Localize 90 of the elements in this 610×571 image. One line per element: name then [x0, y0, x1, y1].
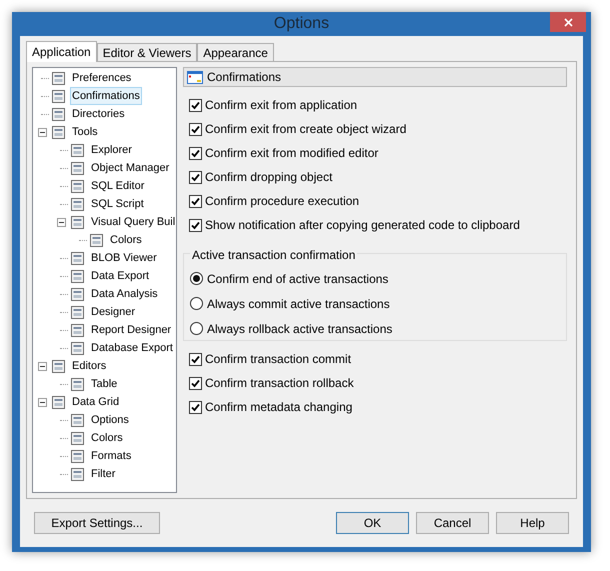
page-icon [70, 430, 85, 446]
radio-label: Always rollback active transactions [207, 320, 392, 338]
tree-item[interactable]: Confirmations [70, 86, 142, 106]
tab[interactable]: Application [26, 41, 97, 62]
checkbox[interactable] [189, 376, 202, 390]
checkbox[interactable] [189, 218, 202, 232]
tree-item[interactable]: Table [89, 374, 120, 394]
radio-label: Confirm end of active transactions [207, 270, 388, 288]
tree-item[interactable]: Tools [70, 122, 100, 142]
checkbox[interactable] [189, 400, 202, 414]
checkbox-label: Show notification after copying generated code to clipboard [205, 217, 520, 234]
minus-icon [40, 400, 44, 404]
checkbox[interactable] [189, 170, 202, 184]
checkbox-label: Confirm transaction rollback [205, 375, 354, 392]
checkbox-label: Confirm metadata changing [205, 399, 352, 416]
page-icon [70, 268, 85, 284]
radio-button[interactable] [190, 322, 203, 335]
page-icon [70, 376, 85, 392]
page-icon [70, 340, 85, 356]
page-icon [70, 160, 85, 176]
tree-item[interactable]: SQL Editor [89, 176, 146, 196]
checkbox[interactable] [189, 122, 202, 136]
collapse-toggle[interactable] [38, 362, 46, 370]
section-title: Confirmations [207, 69, 282, 86]
collapse-toggle[interactable] [38, 128, 46, 136]
checkbox[interactable] [189, 352, 202, 366]
radio-label: Always commit active transactions [207, 296, 390, 312]
tree-item[interactable]: Object Manager [89, 158, 172, 178]
checkbox-label: Confirm exit from create object wizard [205, 121, 406, 138]
collapse-toggle[interactable] [56, 218, 66, 226]
window-icon [187, 70, 203, 84]
page-icon [89, 232, 104, 248]
tree-item[interactable]: Options [89, 410, 131, 430]
tree-item[interactable]: Designer [89, 302, 138, 322]
page-icon [51, 394, 66, 410]
tree-item[interactable]: Data Export [89, 266, 152, 286]
checkbox-label: Confirm exit from modified editor [205, 145, 378, 162]
tree-item[interactable]: Database Export [89, 338, 175, 358]
tree-item[interactable]: Colors [89, 428, 125, 448]
page-icon [51, 124, 66, 140]
minus-icon [58, 220, 64, 224]
tab[interactable]: Appearance [197, 43, 274, 61]
tree-item[interactable]: Visual Query Buil [89, 212, 178, 232]
tree-item[interactable]: Editors [70, 356, 108, 376]
radio-button[interactable] [190, 297, 203, 310]
page-icon [51, 106, 66, 122]
page-icon [70, 196, 85, 212]
page-icon [51, 88, 66, 104]
page-icon [70, 466, 85, 482]
tree-item[interactable]: Formats [89, 446, 134, 466]
export-settings-button[interactable]: Export Settings... [34, 512, 160, 534]
ok-button[interactable]: OK [336, 512, 409, 534]
checkbox[interactable] [189, 98, 202, 112]
tab[interactable]: Editor & Viewers [96, 43, 198, 61]
close-icon [564, 18, 572, 26]
tree-item[interactable]: Preferences [70, 68, 134, 88]
checkbox-label: Confirm dropping object [205, 169, 332, 186]
close-button[interactable] [550, 12, 586, 32]
tree-item[interactable]: Directories [70, 104, 127, 124]
checkbox-label: Confirm exit from application [205, 97, 358, 114]
page-icon [51, 358, 66, 374]
checkbox-label: Confirm transaction commit [205, 351, 352, 368]
checkbox-label: Confirm procedure execution [205, 193, 360, 210]
page-icon [70, 448, 85, 464]
minus-icon [40, 130, 44, 134]
radio-button[interactable] [190, 272, 203, 285]
page-icon [51, 70, 66, 86]
checkbox[interactable] [189, 194, 202, 208]
page-icon [70, 178, 85, 194]
tree-item[interactable]: Report Designer [89, 320, 174, 340]
checkbox[interactable] [189, 146, 202, 160]
page-icon [70, 250, 85, 266]
window-title: Options [274, 14, 330, 34]
minus-icon [40, 364, 44, 368]
tree-item[interactable]: SQL Script [89, 194, 146, 214]
cancel-button[interactable]: Cancel [416, 512, 489, 534]
tree-item[interactable]: Explorer [89, 140, 134, 160]
page-icon [70, 142, 85, 158]
tree-item[interactable]: Filter [89, 464, 118, 484]
tree-item[interactable]: Colors [108, 230, 144, 250]
tree-item[interactable]: Data Analysis [89, 284, 160, 304]
page-icon [70, 214, 85, 230]
collapse-toggle[interactable] [38, 398, 46, 406]
page-icon [70, 304, 85, 320]
page-icon [70, 286, 85, 302]
tree-item[interactable]: BLOB Viewer [89, 248, 159, 268]
tree-item[interactable]: Data Grid [70, 392, 122, 412]
page-icon [70, 322, 85, 338]
page-icon [70, 412, 85, 428]
help-button[interactable]: Help [496, 512, 569, 534]
